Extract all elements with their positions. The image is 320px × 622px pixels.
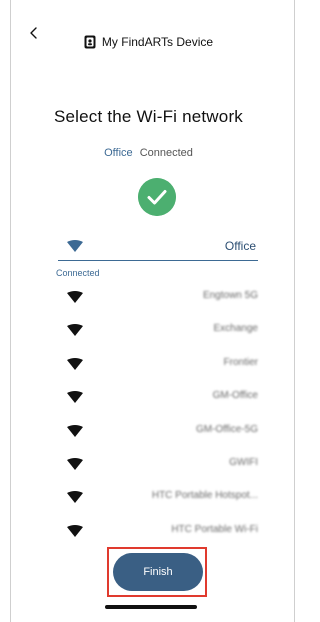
device-icon [84, 35, 96, 49]
network-name: GM-Office-5G [195, 423, 258, 435]
connection-status-text: Connected [139, 147, 193, 159]
network-name: Frontier [223, 356, 258, 368]
network-name: HTC Portable Hotspot... [151, 490, 258, 502]
network-list: Engtown 5G Exchange Frontier GM-Office G… [56, 280, 260, 547]
network-row[interactable]: GM-Office-5G [56, 414, 260, 447]
network-row[interactable]: HTC Portable Wi-Fi [56, 514, 260, 547]
network-row[interactable]: Exchange [56, 313, 260, 346]
selected-network-row[interactable]: Office [58, 234, 258, 261]
frame-border-right [294, 0, 295, 622]
current-network-name: Office [104, 147, 133, 159]
wifi-icon [67, 357, 83, 370]
network-name: Engtown 5G [202, 290, 258, 301]
finish-button[interactable]: Finish [113, 553, 203, 591]
network-name: GM-Office [212, 390, 258, 402]
network-name: Exchange [213, 323, 258, 335]
wifi-icon [67, 491, 83, 504]
network-row[interactable]: GM-Office [56, 380, 260, 413]
wifi-select-screen: My FindARTs Device Select the Wi-Fi netw… [0, 0, 297, 622]
network-row[interactable]: GWIFI [56, 447, 260, 480]
connected-label: Connected [56, 268, 100, 278]
network-name: GWIFI [229, 456, 258, 468]
selected-network-name: Office [224, 239, 256, 253]
wifi-icon [67, 240, 83, 252]
wifi-icon [67, 324, 83, 337]
connection-status: Office Connected [0, 147, 297, 159]
header-title: My FindARTs Device [101, 35, 214, 49]
network-name: HTC Portable Wi-Fi [171, 523, 258, 535]
network-row[interactable]: HTC Portable Hotspot... [56, 480, 260, 513]
wifi-icon [67, 524, 83, 537]
network-row[interactable]: Engtown 5G [56, 280, 260, 313]
wifi-icon [67, 391, 83, 404]
check-circle-icon [138, 178, 176, 216]
wifi-icon [67, 457, 83, 470]
page-title: Select the Wi-Fi network [53, 107, 244, 126]
wifi-icon [67, 424, 83, 437]
home-indicator[interactable] [105, 605, 197, 609]
wifi-icon [67, 291, 83, 303]
frame-border-left [10, 0, 11, 622]
header: My FindARTs Device [0, 33, 297, 51]
network-row[interactable]: Frontier [56, 347, 260, 380]
